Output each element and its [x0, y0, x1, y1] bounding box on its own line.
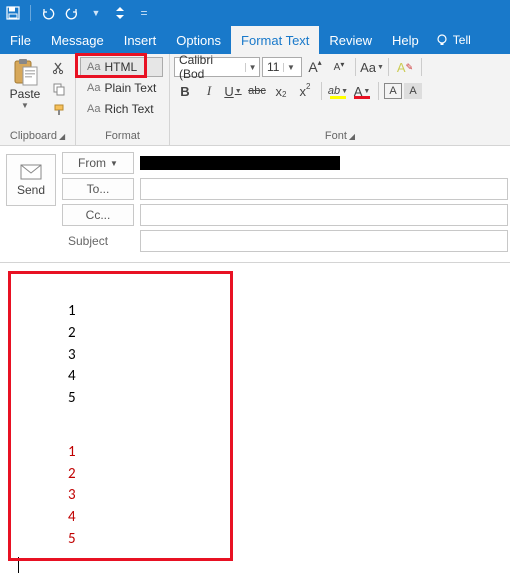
redo-icon[interactable]: [63, 4, 81, 22]
group-format: AaHTML AaPlain Text AaRich Text Format: [76, 54, 170, 145]
compose-header: Send From▼ To... Cc... Subject: [0, 146, 510, 263]
clipboard-group-label: Clipboard: [10, 130, 57, 142]
cc-button[interactable]: Cc...: [62, 204, 134, 226]
underline-icon[interactable]: U▼: [222, 81, 244, 101]
qat-overflow-icon[interactable]: =: [135, 4, 153, 22]
tell-me-label: Tell: [453, 33, 471, 47]
message-body[interactable]: 1 2 3 4 5 1 2 3 4 5: [0, 263, 510, 583]
quick-access-toolbar: ▼ =: [0, 0, 510, 26]
paste-icon[interactable]: [11, 57, 39, 87]
undo-icon[interactable]: [39, 4, 57, 22]
text-cursor: [18, 557, 502, 573]
format-plain-button[interactable]: AaPlain Text: [80, 78, 163, 98]
bold-icon[interactable]: B: [174, 81, 196, 101]
up-down-icon[interactable]: [111, 4, 129, 22]
shrink-font-icon[interactable]: A▾: [328, 57, 350, 77]
to-button[interactable]: To...: [62, 178, 134, 200]
list-red: 1 2 3 4 5: [8, 424, 502, 551]
char-border-icon[interactable]: A: [384, 83, 402, 99]
char-shading-icon[interactable]: A: [404, 83, 422, 99]
envelope-icon: [20, 164, 42, 180]
tab-format-text[interactable]: Format Text: [231, 26, 319, 54]
send-label: Send: [17, 183, 45, 197]
subject-field[interactable]: [140, 230, 508, 252]
group-clipboard: Paste ▼ Clipboard◢: [0, 54, 76, 145]
lightbulb-icon: [435, 33, 449, 47]
ribbon: Paste ▼ Clipboard◢ AaHTML AaPlain Tex: [0, 54, 510, 146]
clear-format-icon[interactable]: A✎: [394, 57, 416, 77]
grow-font-icon[interactable]: A▴: [304, 57, 326, 77]
ribbon-tabs: File Message Insert Options Format Text …: [0, 26, 510, 54]
italic-icon[interactable]: I: [198, 81, 220, 101]
tell-me[interactable]: Tell: [429, 26, 477, 54]
format-painter-icon[interactable]: [50, 101, 68, 119]
tab-insert[interactable]: Insert: [114, 26, 167, 54]
copy-icon[interactable]: [50, 80, 68, 98]
font-name-combo[interactable]: Calibri (Bod▼: [174, 57, 260, 77]
tab-options[interactable]: Options: [166, 26, 231, 54]
font-group-label: Font: [325, 130, 347, 142]
font-size-combo[interactable]: 11▼: [262, 57, 302, 77]
paste-dropdown-icon[interactable]: ▼: [21, 101, 29, 110]
chevron-down-icon[interactable]: ▼: [87, 4, 105, 22]
from-value-redacted: [140, 156, 340, 170]
paste-label[interactable]: Paste: [10, 87, 41, 101]
group-font: Calibri (Bod▼ 11▼ A▴ A▾ Aa▼ A✎ B I U▼ ab…: [170, 54, 510, 145]
tab-help[interactable]: Help: [382, 26, 429, 54]
format-group-label: Format: [105, 130, 140, 142]
font-launcher-icon[interactable]: ◢: [349, 132, 355, 141]
format-rich-button[interactable]: AaRich Text: [80, 99, 163, 119]
subject-label: Subject: [62, 234, 134, 248]
save-icon[interactable]: [4, 4, 22, 22]
cc-field[interactable]: [140, 204, 508, 226]
font-color-icon[interactable]: A▼: [351, 81, 373, 101]
strike-icon[interactable]: abc: [246, 81, 268, 101]
tab-file[interactable]: File: [0, 26, 41, 54]
tab-message[interactable]: Message: [41, 26, 114, 54]
change-case-icon[interactable]: Aa▼: [361, 57, 383, 77]
list-black: 1 2 3 4 5: [8, 283, 502, 410]
cut-icon[interactable]: [50, 59, 68, 77]
superscript-icon[interactable]: x2: [294, 81, 316, 101]
highlight-icon[interactable]: ab▼: [327, 81, 349, 101]
format-html-button[interactable]: AaHTML: [80, 57, 163, 77]
tab-review[interactable]: Review: [319, 26, 382, 54]
from-button[interactable]: From▼: [62, 152, 134, 174]
clipboard-launcher-icon[interactable]: ◢: [59, 132, 65, 141]
to-field[interactable]: [140, 178, 508, 200]
subscript-icon[interactable]: x2: [270, 81, 292, 101]
send-button[interactable]: Send: [6, 154, 56, 206]
